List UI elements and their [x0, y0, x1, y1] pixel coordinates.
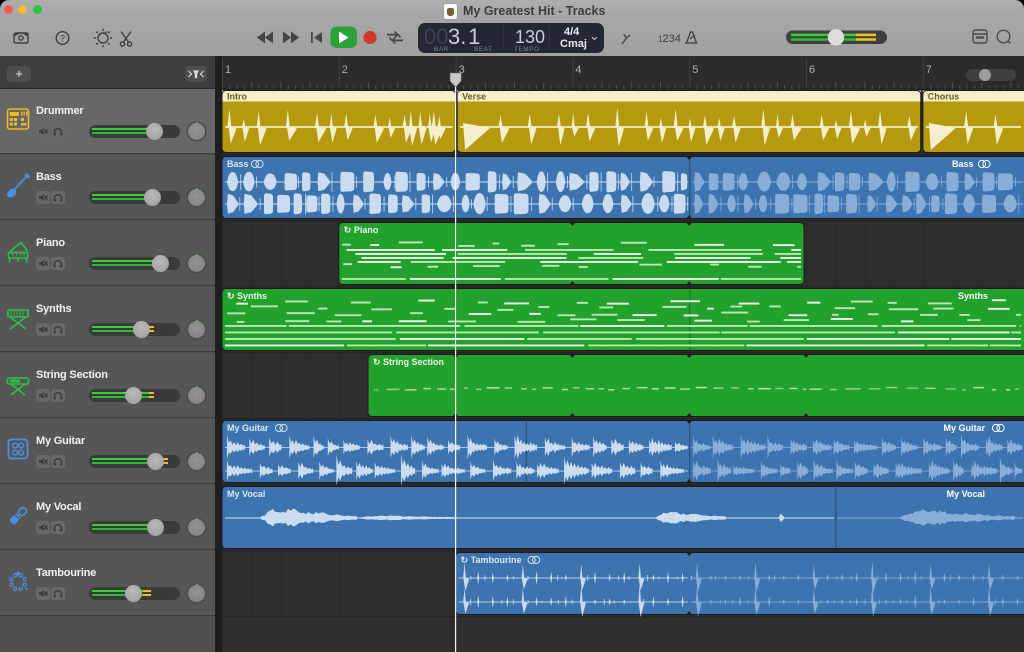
svg-text:↻ Tambourine: ↻ Tambourine: [461, 555, 522, 565]
svg-text:1: 1: [225, 64, 231, 76]
svg-text:↻ Synths: ↻ Synths: [227, 291, 267, 301]
svg-text:My Guitar: My Guitar: [943, 423, 985, 433]
svg-text:My Guitar: My Guitar: [227, 423, 269, 433]
svg-text:1234: 1234: [658, 33, 681, 45]
svg-text:Verse: Verse: [462, 92, 486, 102]
svg-text:↻ String Section: ↻ String Section: [373, 357, 444, 367]
svg-text:Bass: Bass: [952, 159, 974, 169]
svg-text:4: 4: [575, 64, 581, 76]
svg-text:Bass: Bass: [227, 159, 249, 169]
svg-text:5: 5: [692, 64, 698, 76]
svg-text:Chorus: Chorus: [928, 92, 960, 102]
svg-text:Synths: Synths: [958, 291, 988, 301]
svg-text:Intro: Intro: [227, 92, 247, 102]
svg-text:6: 6: [809, 64, 815, 76]
svg-text:My Vocal: My Vocal: [947, 489, 985, 499]
svg-text:My Vocal: My Vocal: [227, 489, 265, 499]
svg-text:2: 2: [342, 64, 348, 76]
svg-text:7: 7: [926, 64, 932, 76]
svg-text:?: ?: [60, 34, 65, 44]
svg-text:↻ Piano: ↻ Piano: [344, 225, 379, 235]
